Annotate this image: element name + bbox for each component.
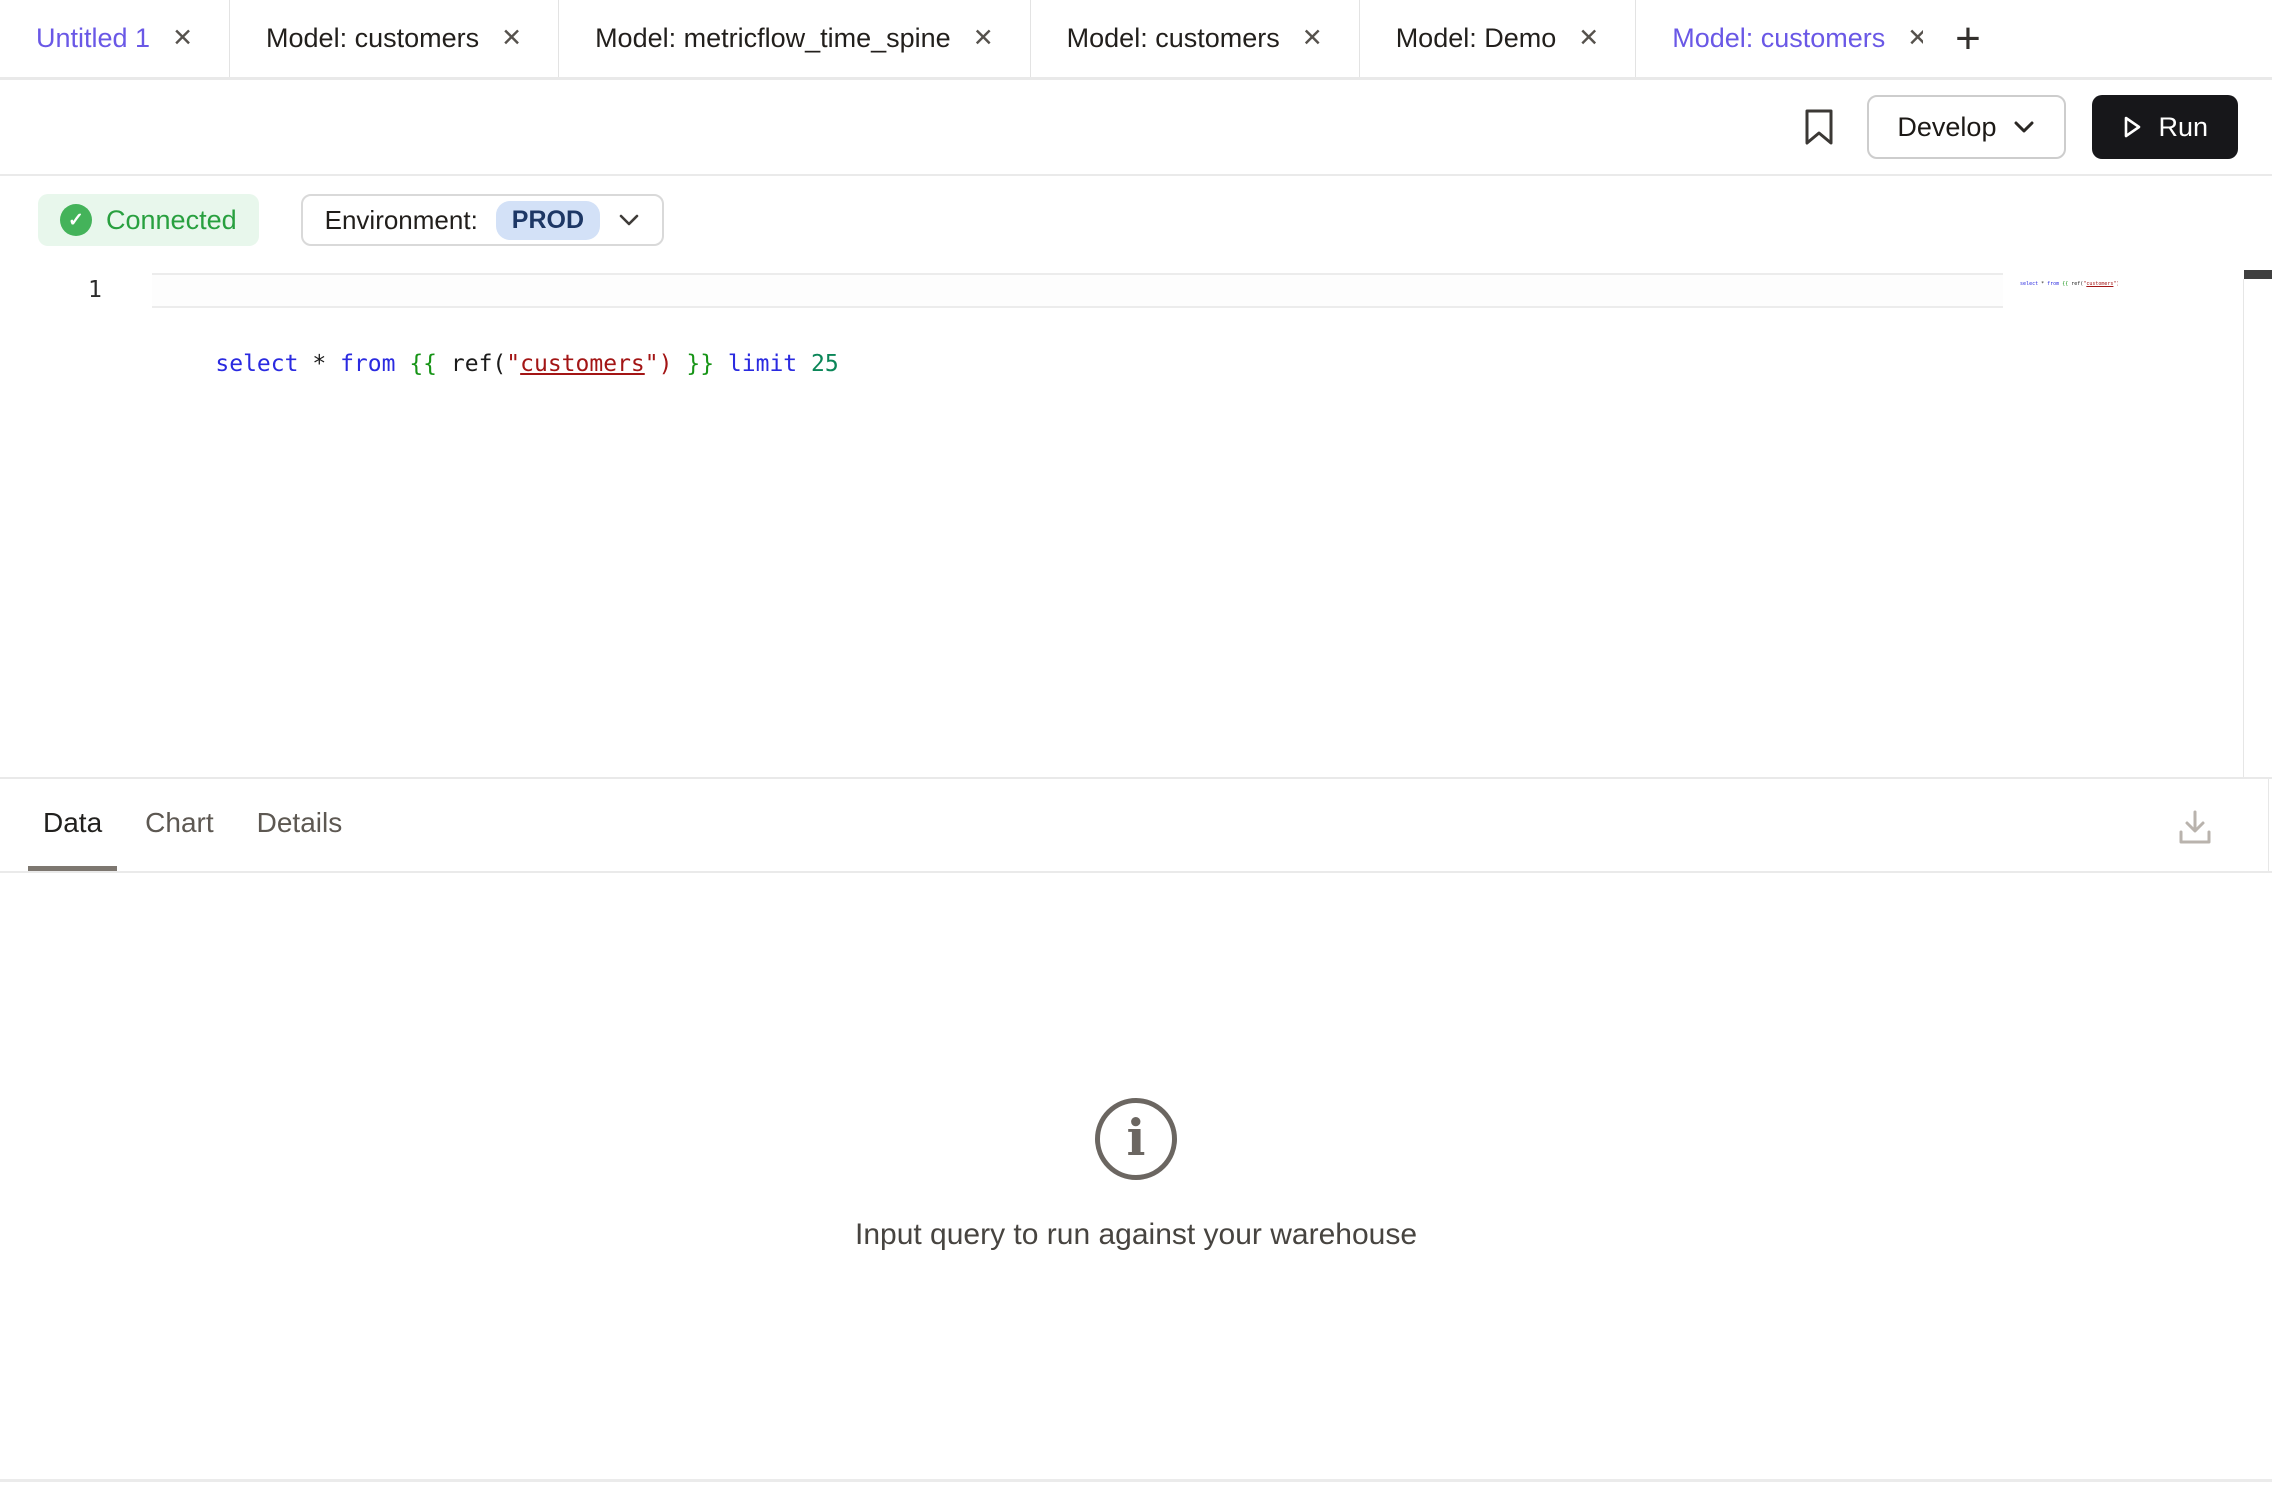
run-button-label: Run xyxy=(2158,112,2208,143)
code-token xyxy=(797,351,811,377)
check-icon: ✓ xyxy=(60,204,92,236)
code-line[interactable]: select * from {{ ref("customers") }} lim… xyxy=(160,272,839,308)
code-token: from xyxy=(340,351,395,377)
code-token xyxy=(437,351,451,377)
results-tab-label: Chart xyxy=(145,807,213,839)
editor-tab[interactable]: Model: metricflow_time_spine ✕ xyxy=(559,0,1031,77)
minimap-token: select xyxy=(2020,281,2038,287)
chevron-down-icon xyxy=(2012,119,2036,135)
code-token: * xyxy=(312,351,326,377)
minimap-token: ref xyxy=(2071,281,2080,287)
results-tab-label: Data xyxy=(43,807,102,839)
connection-status-bar: ✓ Connected Environment: PROD xyxy=(0,176,2272,264)
minimap-token: ) xyxy=(2116,281,2118,287)
results-tab[interactable]: Data xyxy=(28,779,117,871)
code-token xyxy=(298,351,312,377)
editor-scrollbar-track xyxy=(2243,279,2244,777)
code-token: limit xyxy=(728,351,797,377)
editor-tab[interactable]: Model: customers ✕ xyxy=(1636,0,1965,77)
close-icon[interactable]: ✕ xyxy=(172,26,193,51)
minimap-token: customers xyxy=(2086,281,2113,287)
ide-window: Untitled 1 ✕ Model: customers ✕ Model: m… xyxy=(0,0,2272,1486)
develop-button[interactable]: Develop xyxy=(1867,95,2066,159)
code-token: " xyxy=(645,351,659,377)
code-token xyxy=(714,351,728,377)
close-icon[interactable]: ✕ xyxy=(1578,26,1599,51)
editor-tab[interactable]: Untitled 1 ✕ xyxy=(0,0,230,77)
code-token: ) xyxy=(659,351,673,377)
editor-tab-label: Untitled 1 xyxy=(36,23,150,54)
code-token xyxy=(326,351,340,377)
chevron-down-icon xyxy=(618,213,640,227)
code-token: ref xyxy=(451,351,493,377)
results-empty-state: i Input query to run against your wareho… xyxy=(0,873,2272,1486)
play-icon xyxy=(2122,115,2142,139)
editor-tab-label: Model: metricflow_time_spine xyxy=(595,23,951,54)
code-token: " xyxy=(506,351,520,377)
close-icon[interactable]: ✕ xyxy=(501,26,522,51)
editor-tab-label: Model: customers xyxy=(1672,23,1885,54)
header-toolbar: Develop Run xyxy=(0,80,2272,176)
editor-tab-label: Model: customers xyxy=(266,23,479,54)
new-tab-button[interactable]: + xyxy=(1923,14,2013,64)
editor-tab[interactable]: Model: customers ✕ xyxy=(230,0,559,77)
results-tabs: Data Chart Details xyxy=(28,779,357,871)
code-token: 25 xyxy=(811,351,839,377)
connected-badge: ✓ Connected xyxy=(38,194,259,246)
editor-tab[interactable]: Model: Demo ✕ xyxy=(1360,0,1637,77)
results-tab[interactable]: Chart xyxy=(130,779,228,871)
results-tab[interactable]: Details xyxy=(242,779,358,871)
line-number: 1 xyxy=(88,273,102,308)
code-token: select xyxy=(215,351,298,377)
connected-label: Connected xyxy=(106,205,237,236)
develop-button-label: Develop xyxy=(1897,112,1996,143)
download-icon[interactable] xyxy=(2175,808,2215,848)
results-right-divider xyxy=(2268,779,2269,871)
editor-minimap[interactable]: select * from {{ ref("customers") }} lim… xyxy=(2008,269,2118,287)
editor-tab[interactable]: Model: customers ✕ xyxy=(1031,0,1360,77)
bookmark-icon[interactable] xyxy=(1797,105,1841,149)
environment-value-pill: PROD xyxy=(496,201,600,240)
close-icon[interactable]: ✕ xyxy=(1302,26,1323,51)
code-token: ( xyxy=(492,351,506,377)
run-button[interactable]: Run xyxy=(2092,95,2238,159)
empty-state-message: Input query to run against your warehous… xyxy=(855,1218,1417,1252)
editor-scrollbar-thumb[interactable] xyxy=(2244,270,2272,279)
page-bottom-border xyxy=(0,1479,2272,1482)
code-token: customers xyxy=(520,351,645,377)
info-icon-glyph: i xyxy=(1127,1113,1146,1163)
results-tab-bar: Data Chart Details xyxy=(0,779,2272,873)
code-token: {{ xyxy=(409,351,437,377)
minimap-token: from xyxy=(2047,281,2059,287)
results-tab-label: Details xyxy=(257,807,343,839)
info-icon: i xyxy=(1095,1098,1177,1180)
sql-code-editor[interactable]: 1 select * from {{ ref("customers") }} l… xyxy=(0,264,2272,777)
environment-dropdown[interactable]: Environment: PROD xyxy=(301,194,664,246)
editor-tab-label: Model: Demo xyxy=(1396,23,1557,54)
environment-label: Environment: xyxy=(325,205,478,236)
close-icon[interactable]: ✕ xyxy=(973,26,994,51)
code-token xyxy=(672,351,686,377)
code-token xyxy=(395,351,409,377)
code-token: }} xyxy=(686,351,714,377)
editor-tab-label: Model: customers xyxy=(1067,23,1280,54)
results-panel: Data Chart Details xyxy=(0,777,2272,1486)
tab-bar-right-area: + xyxy=(1923,0,2272,77)
